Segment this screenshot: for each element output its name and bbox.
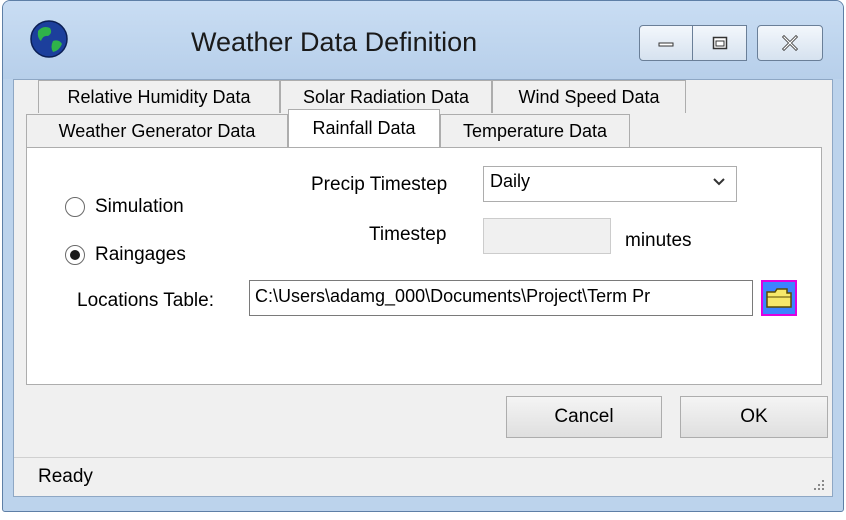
resize-grip-icon[interactable] (812, 478, 826, 492)
tab-temperature[interactable]: Temperature Data (440, 114, 630, 147)
radio-raingages-circle[interactable] (65, 245, 85, 265)
precip-timestep-label: Precip Timestep (311, 174, 448, 195)
folder-icon (766, 288, 792, 308)
radio-simulation-circle[interactable] (65, 197, 85, 217)
precip-timestep-value: Daily (490, 171, 531, 191)
radio-simulation-label: Simulation (95, 196, 184, 217)
locations-table-input[interactable]: C:\Users\adamg_000\Documents\Project\Ter… (249, 280, 753, 316)
dialog-window: Weather Data Definition Relative Humidit… (2, 0, 844, 512)
tab-weather-generator[interactable]: Weather Generator Data (26, 114, 288, 147)
globe-icon (30, 20, 68, 58)
maximize-button[interactable] (693, 25, 747, 61)
tab-relative-humidity[interactable]: Relative Humidity Data (38, 80, 280, 113)
radio-simulation[interactable]: Simulation (65, 196, 184, 218)
browse-button[interactable] (761, 280, 797, 316)
dialog-client-area: Relative Humidity Data Solar Radiation D… (13, 79, 833, 497)
radio-raingages[interactable]: Raingages (65, 244, 186, 266)
timestep-input (483, 218, 611, 254)
tab-wind-speed[interactable]: Wind Speed Data (492, 80, 686, 113)
window-title: Weather Data Definition (191, 27, 478, 57)
tab-rainfall[interactable]: Rainfall Data (288, 109, 440, 147)
status-bar: Ready (14, 457, 832, 496)
close-button[interactable] (757, 25, 823, 61)
close-icon (781, 35, 799, 51)
title-bar[interactable]: Weather Data Definition (3, 1, 843, 79)
radio-raingages-label: Raingages (95, 244, 186, 265)
chevron-down-icon (713, 178, 725, 186)
timestep-units-label: minutes (625, 230, 692, 251)
precip-timestep-select[interactable]: Daily (483, 166, 737, 202)
minimize-button[interactable] (639, 25, 693, 61)
status-text: Ready (38, 466, 93, 487)
ok-button[interactable]: OK (680, 396, 828, 438)
rainfall-tab-panel: Simulation Raingages Precip Timestep Dai… (26, 147, 822, 385)
cancel-button[interactable]: Cancel (506, 396, 662, 438)
minimize-icon (658, 42, 674, 47)
locations-table-label: Locations Table: (77, 290, 214, 311)
timestep-label: Timestep (369, 224, 447, 245)
maximize-icon (712, 36, 727, 50)
